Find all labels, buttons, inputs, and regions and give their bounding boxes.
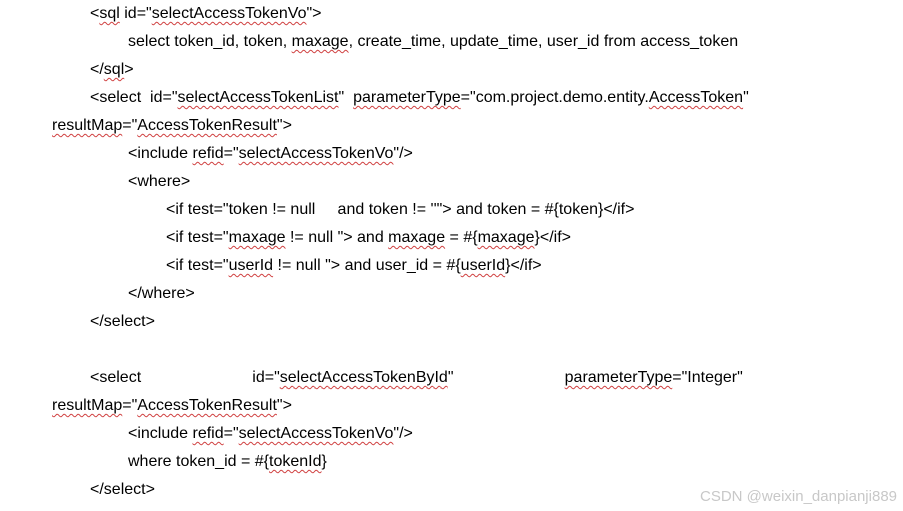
spellcheck-flagged-word: AccessTokenResult: [137, 117, 277, 134]
code-text: =": [122, 397, 138, 414]
code-text: != null "> and user_id = #{: [273, 257, 461, 274]
spellcheck-flagged-word: maxage: [477, 229, 535, 246]
code-line: <sql id="selectAccessTokenVo">: [90, 4, 322, 24]
spellcheck-flagged-word: selectAccessTokenVo: [238, 145, 394, 162]
code-line: <select id="selectAccessTokenById" param…: [90, 368, 743, 388]
code-text: <select id=": [90, 89, 178, 106]
spellcheck-flagged-word: selectAccessTokenVo: [238, 425, 394, 442]
spellcheck-flagged-word: AccessToken: [648, 89, 744, 106]
code-text: }: [321, 453, 327, 470]
code-line: </select>: [90, 480, 155, 500]
code-line: <include refid="selectAccessTokenVo"/>: [128, 144, 413, 164]
spellcheck-flagged-word: maxage: [228, 229, 286, 246]
code-text: id=": [119, 5, 152, 22]
code-text: <if test=": [166, 257, 229, 274]
spellcheck-flagged-word: tokenId: [269, 453, 322, 470]
code-line: where token_id = #{tokenId}: [128, 452, 327, 472]
code-text: >: [124, 61, 134, 78]
spellcheck-flagged-word: refid: [192, 145, 224, 162]
code-line: resultMap="AccessTokenResult">: [52, 396, 292, 416]
spellcheck-flagged-word: refid: [192, 425, 224, 442]
code-line: <if test="maxage != null "> and maxage =…: [166, 228, 571, 248]
code-line: <include refid="selectAccessTokenVo"/>: [128, 424, 413, 444]
code-text: ">: [276, 117, 292, 134]
code-line: </where>: [128, 284, 195, 304]
code-text: = #{: [445, 229, 478, 246]
spellcheck-flagged-word: AccessTokenResult: [137, 397, 277, 414]
code-text: =": [223, 145, 239, 162]
code-line: </select>: [90, 312, 155, 332]
code-text: ="com.project.demo.entity.: [460, 89, 649, 106]
code-text: where token_id = #{: [128, 453, 269, 470]
csdn-watermark: CSDN @weixin_danpianji889: [700, 488, 897, 505]
code-text: </: [90, 61, 104, 78]
code-text: != null "> and: [285, 229, 389, 246]
code-text: <include: [128, 425, 193, 442]
spellcheck-flagged-word: userId: [228, 257, 274, 274]
code-text: ">: [306, 5, 322, 22]
spellcheck-flagged-word: maxage: [388, 229, 446, 246]
code-text: </where>: [128, 285, 195, 302]
spellcheck-flagged-word: userId: [460, 257, 506, 274]
code-line: <if test="token != null and token != ''"…: [166, 200, 634, 220]
code-text: </select>: [90, 313, 155, 330]
spellcheck-flagged-word: parameterType: [353, 89, 461, 106]
code-text: <if test="token != null and token != ''"…: [166, 201, 635, 218]
code-text: "/>: [393, 425, 413, 442]
code-text: ": [338, 89, 354, 106]
spellcheck-flagged-word: selectAccessTokenList: [177, 89, 339, 106]
code-line: <select id="selectAccessTokenList" param…: [90, 88, 749, 108]
code-text: "/>: [393, 145, 413, 162]
code-line: resultMap="AccessTokenResult">: [52, 116, 292, 136]
code-text: <where>: [128, 173, 191, 190]
code-text: <select id=": [90, 369, 280, 386]
spellcheck-flagged-word: maxage: [291, 33, 349, 50]
code-text: =": [122, 117, 138, 134]
code-text: <include: [128, 145, 193, 162]
spellcheck-flagged-word: parameterType: [564, 369, 673, 386]
spellcheck-flagged-word: sql: [103, 61, 125, 78]
spellcheck-flagged-word: sql: [99, 5, 120, 22]
code-text: , create_time, update_time, user_id from…: [348, 33, 739, 50]
spellcheck-flagged-word: resultMap: [52, 117, 123, 134]
code-text: }</if>: [534, 229, 571, 246]
document-page: <sql id="selectAccessTokenVo"> select tok…: [0, 0, 903, 511]
code-text: ">: [276, 397, 292, 414]
code-text: select token_id, token,: [128, 33, 292, 50]
code-line: <if test="userId != null "> and user_id …: [166, 256, 542, 276]
code-text: =": [223, 425, 239, 442]
code-text: <if test=": [166, 229, 229, 246]
code-text: ="Integer": [672, 369, 743, 386]
code-text: <: [90, 5, 100, 22]
spellcheck-flagged-word: selectAccessTokenVo: [151, 5, 307, 22]
code-line: </sql>: [90, 60, 134, 80]
spellcheck-flagged-word: selectAccessTokenById: [279, 369, 448, 386]
code-text: ": [743, 89, 749, 106]
code-text: </select>: [90, 481, 155, 498]
code-line: select token_id, token, maxage, create_t…: [128, 32, 738, 52]
code-text: }</if>: [505, 257, 542, 274]
code-text: ": [447, 369, 565, 386]
spellcheck-flagged-word: resultMap: [52, 397, 123, 414]
code-line: <where>: [128, 172, 190, 192]
